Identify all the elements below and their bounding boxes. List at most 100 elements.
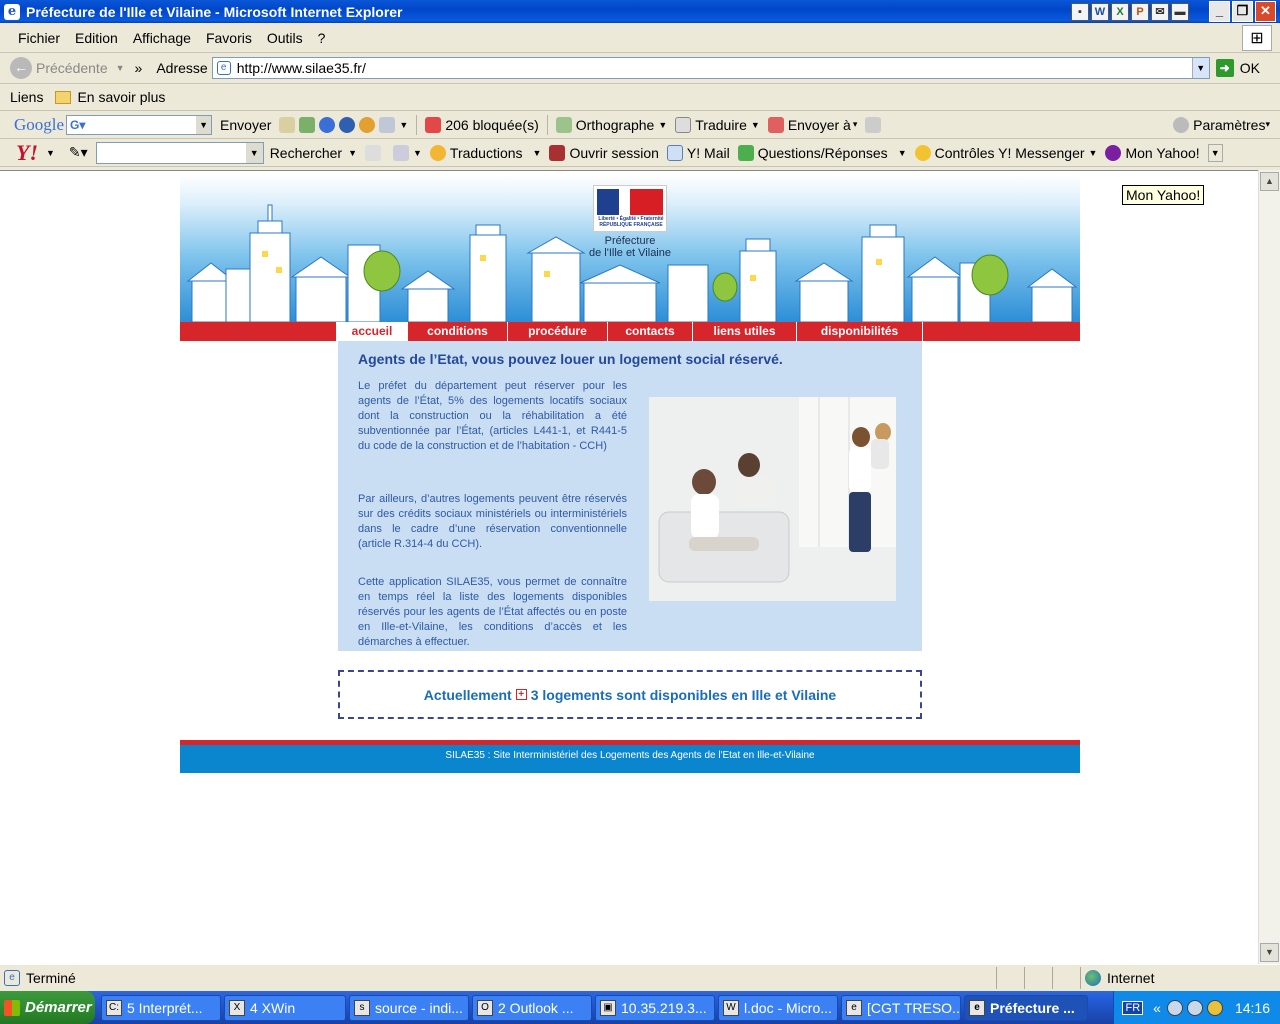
- word-task-icon: W: [723, 999, 739, 1016]
- prefecture-title: Préfecture de l'Ille et Vilaine: [588, 235, 671, 259]
- search-site-icon[interactable]: [279, 116, 296, 133]
- yahoo-eraser-icon[interactable]: [364, 144, 385, 161]
- yahoo-translations-button[interactable]: Traductions ▼: [429, 144, 541, 161]
- network-icon[interactable]: [1166, 999, 1183, 1016]
- popup-blocked-icon: [425, 116, 442, 133]
- google-search-input[interactable]: G▾ ▼: [66, 114, 213, 135]
- vertical-scrollbar[interactable]: ▲ ▼: [1258, 170, 1280, 964]
- folder-icon: [55, 90, 72, 104]
- settings-button[interactable]: Paramètres ▾: [1173, 116, 1270, 133]
- status-panes: Internet: [996, 967, 1280, 989]
- address-input[interactable]: e http://www.silae35.fr/ ▼: [211, 57, 1210, 79]
- yahoo-pencil-icon[interactable]: ✎▾: [69, 144, 88, 161]
- back-button[interactable]: ← Précédente ▼: [10, 57, 125, 79]
- taskbar-item[interactable]: C: 5 Interprét...: [101, 994, 221, 1021]
- go-button[interactable]: ➜ OK: [1215, 59, 1260, 77]
- taskbar-item[interactable]: X4 XWin: [224, 994, 346, 1021]
- google-search-dropdown-icon[interactable]: ▼: [196, 115, 212, 134]
- yahoo-search-chevron-icon[interactable]: ▼: [348, 148, 357, 158]
- language-indicator[interactable]: FR: [1122, 1000, 1144, 1015]
- yahoo-menu-chevron-icon[interactable]: ▼: [46, 148, 55, 158]
- popup-blocker-button[interactable]: 206 bloquée(s): [425, 116, 539, 133]
- source-icon: s: [354, 999, 370, 1016]
- menu-fichier[interactable]: Fichier: [18, 30, 60, 46]
- close-button[interactable]: ✕: [1255, 1, 1276, 22]
- ie-task-icon: e: [846, 999, 862, 1016]
- nav-procedure[interactable]: procédure: [507, 322, 607, 341]
- sign-in-icon: [549, 144, 566, 161]
- google-tool-icons[interactable]: ▼: [279, 116, 408, 133]
- news-icon[interactable]: [319, 116, 336, 133]
- menu-bar: Fichier Edition Affichage Favoris Outils…: [0, 23, 1280, 53]
- toolbar-overflow-icon[interactable]: »: [135, 60, 143, 76]
- yahoo-more-chevron-icon[interactable]: ▼: [1207, 143, 1223, 162]
- scroll-down-icon[interactable]: ▼: [1260, 943, 1279, 962]
- translate-button[interactable]: Traduire ▼: [675, 116, 760, 133]
- availability-link[interactable]: 3 logements sont disponibles en Ille et …: [531, 687, 836, 703]
- clock: 14:16: [1234, 999, 1270, 1016]
- google-logo[interactable]: Google: [14, 115, 64, 135]
- spellcheck-button[interactable]: Orthographe ▼: [555, 116, 667, 133]
- family-photo: [649, 397, 896, 601]
- link-en-savoir-plus[interactable]: En savoir plus: [77, 89, 165, 105]
- menu-favoris[interactable]: Favoris: [206, 30, 252, 46]
- highlight-icon[interactable]: [865, 116, 885, 133]
- yahoo-open-session-button[interactable]: Ouvrir session: [549, 144, 659, 161]
- google-send-button[interactable]: Envoyer: [220, 117, 271, 133]
- menu-outils[interactable]: Outils: [267, 30, 303, 46]
- nav-contacts[interactable]: contacts: [607, 322, 692, 341]
- taskbar-item-active[interactable]: e Préfecture ...: [964, 994, 1088, 1021]
- groups-icon[interactable]: [339, 116, 356, 133]
- taskbar-item[interactable]: ▣ 10.35.219.3...: [595, 994, 715, 1021]
- yahoo-messenger-button[interactable]: Contrôles Y! Messenger ▼: [914, 144, 1097, 161]
- chevron-down-icon[interactable]: ▼: [116, 63, 125, 73]
- availability-banner: Actuellement + 3 logements sont disponib…: [338, 670, 922, 719]
- start-button[interactable]: Démarrer: [0, 991, 95, 1024]
- minimize-button[interactable]: _: [1209, 1, 1230, 22]
- maximize-button[interactable]: ❐: [1232, 1, 1253, 22]
- yahoo-search-dropdown-icon[interactable]: ▼: [245, 142, 263, 163]
- outlook-icon[interactable]: ✉: [1151, 2, 1169, 21]
- address-dropdown-icon[interactable]: ▼: [1191, 58, 1209, 78]
- word-icon[interactable]: W: [1091, 2, 1109, 21]
- taskbar-item[interactable]: Wl.doc - Micro...: [718, 994, 838, 1021]
- send-to-button[interactable]: Envoyer à ▾: [767, 116, 857, 133]
- yahoo-logo-icon[interactable]: Y!: [16, 140, 38, 166]
- taskbar-item[interactable]: O2 Outlook ...: [472, 994, 592, 1021]
- taskbar: Démarrer C: 5 Interprét... X4 XWin s sourc…: [0, 991, 1280, 1024]
- pagerank-icon[interactable]: [379, 116, 396, 133]
- toolbar-separator: [416, 114, 418, 135]
- nav-liens-utiles[interactable]: liens utiles: [692, 322, 796, 341]
- yahoo-qa-button[interactable]: Questions/Réponses ▼: [737, 144, 907, 161]
- desktop-search-icon[interactable]: [359, 116, 376, 133]
- menu-affichage[interactable]: Affichage: [133, 30, 191, 46]
- nav-conditions[interactable]: conditions: [407, 322, 507, 341]
- yahoo-mail-button[interactable]: Y! Mail: [666, 144, 730, 161]
- chrome-tray-icon[interactable]: [1206, 999, 1223, 1016]
- security-tray-icon[interactable]: [1186, 999, 1203, 1016]
- office-icon[interactable]: ▪: [1071, 2, 1089, 21]
- my-yahoo-button[interactable]: Mon Yahoo!: [1105, 144, 1200, 161]
- taskbar-item[interactable]: s source - indi...: [349, 994, 469, 1021]
- windows-flag-icon: [4, 999, 20, 1016]
- menu-edition[interactable]: Edition: [75, 30, 118, 46]
- nav-disponibilites[interactable]: disponibilités: [796, 322, 923, 341]
- yahoo-search-button[interactable]: Rechercher: [270, 145, 342, 161]
- taskbar-item[interactable]: e [CGT TRESO...: [841, 994, 961, 1021]
- my-yahoo-icon: [1105, 144, 1122, 161]
- nav-accueil[interactable]: accueil: [336, 322, 407, 341]
- yahoo-search-input[interactable]: ▼: [95, 141, 264, 164]
- menu-help[interactable]: ?: [318, 30, 326, 46]
- tray-expand-icon[interactable]: «: [1153, 1000, 1161, 1016]
- powerpoint-icon[interactable]: P: [1131, 2, 1149, 21]
- excel-icon[interactable]: X: [1111, 2, 1129, 21]
- desktop-icon[interactable]: ▬: [1171, 2, 1189, 21]
- image-search-icon[interactable]: [299, 116, 316, 133]
- scroll-up-icon[interactable]: ▲: [1260, 172, 1279, 191]
- translate-icon: [675, 116, 692, 133]
- expand-plus-icon[interactable]: +: [515, 689, 527, 700]
- yahoo-highlight-icon[interactable]: ▼: [392, 144, 422, 161]
- system-tray: FR « 14:16: [1113, 991, 1280, 1024]
- status-bar: e Terminé Internet: [0, 964, 1280, 991]
- tools-chevron-down-icon[interactable]: ▼: [399, 120, 408, 130]
